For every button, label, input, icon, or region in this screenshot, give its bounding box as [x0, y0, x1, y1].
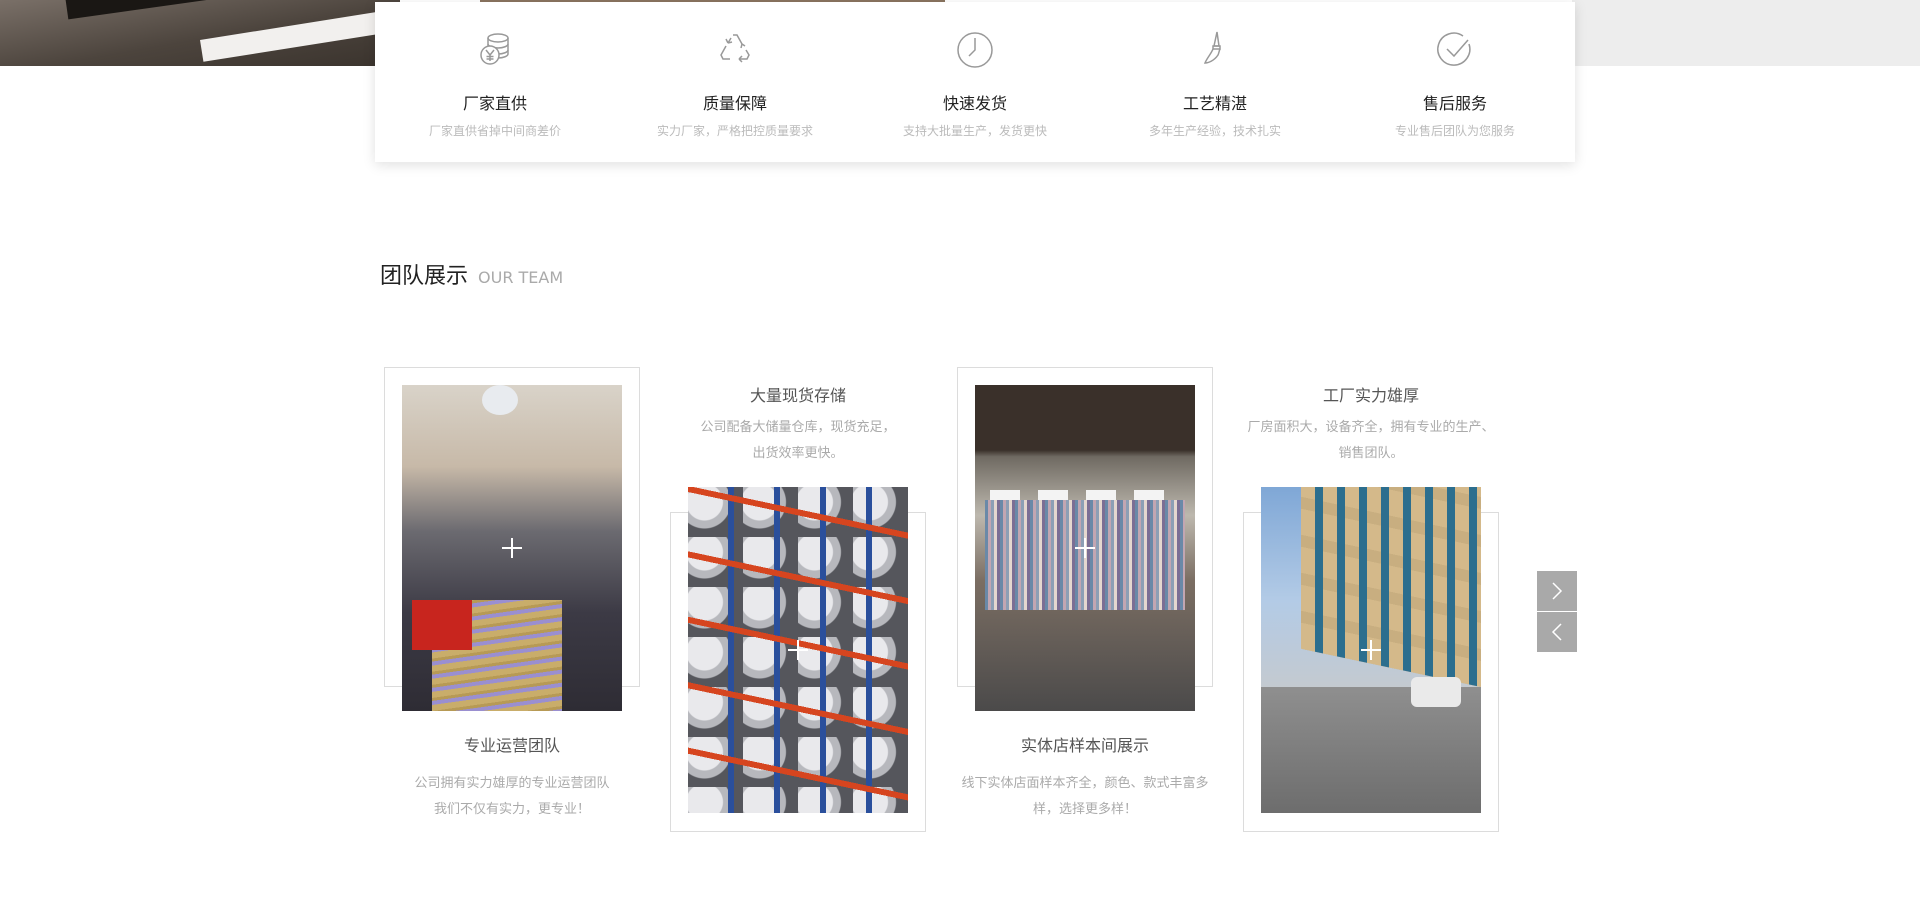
feature-fast-shipping[interactable]: 快速发货 支持大批量生产，发货更快 [855, 2, 1095, 162]
feature-desc: 专业售后团队为您服务 [1394, 124, 1515, 138]
card-title: 工厂实力雄厚 [1322, 386, 1419, 405]
section-heading: 团队展示 OUR TEAM [380, 258, 563, 290]
plus-icon[interactable] [1075, 538, 1095, 558]
card-desc-line: 我们不仅有实力，更专业！ [433, 802, 590, 817]
feature-desc: 支持大批量生产，发货更快 [902, 124, 1047, 138]
banner-background [1572, 0, 1920, 66]
feature-desc: 多年生产经验，技术扎实 [1148, 124, 1281, 138]
feature-craftsmanship[interactable]: 工艺精湛 多年生产经验，技术扎实 [1095, 2, 1335, 162]
card-photo-team[interactable] [402, 385, 622, 711]
feature-title: 工艺精湛 [1182, 94, 1247, 113]
card-desc: 厂房面积大，设备齐全，拥有专业的生产、 销售团队。 [1243, 415, 1499, 467]
card-desc: 线下实体店面样本齐全，颜色、款式丰富多 样，选择更多样！ [957, 771, 1213, 823]
feature-after-sales[interactable]: 售后服务 专业售后团队为您服务 [1335, 2, 1575, 162]
clock-icon [957, 32, 993, 68]
chevron-right-icon [1552, 582, 1563, 600]
card-title: 大量现货存储 [749, 386, 846, 405]
feature-quality[interactable]: 质量保障 实力厂家，严格把控质量要求 [615, 2, 855, 162]
chevron-left-icon [1551, 623, 1562, 641]
carousel-next-button[interactable] [1537, 571, 1577, 611]
card-title: 实体店样本间展示 [1020, 736, 1149, 755]
banner-image [0, 0, 400, 66]
plus-icon[interactable] [502, 538, 522, 558]
section-subtitle: OUR TEAM [478, 268, 564, 287]
card-title: 专业运营团队 [463, 736, 560, 755]
card-photo-factory[interactable] [1261, 487, 1481, 813]
feature-title: 售后服务 [1422, 94, 1487, 113]
feature-title: 厂家直供 [462, 94, 527, 113]
feature-title: 快速发货 [942, 94, 1007, 113]
card-photo-warehouse[interactable] [688, 487, 908, 813]
brush-icon [1203, 31, 1221, 64]
card-desc-line: 厂房面积大，设备齐全，拥有专业的生产、 [1247, 420, 1495, 435]
plus-icon[interactable] [788, 640, 808, 660]
carousel-prev-button[interactable] [1537, 612, 1577, 652]
card-desc-line: 样，选择更多样！ [1032, 802, 1137, 817]
coin-stack-icon [480, 33, 509, 65]
feature-title: 质量保障 [702, 94, 767, 113]
plus-icon[interactable] [1361, 640, 1381, 660]
card-desc: 公司拥有实力雄厚的专业运营团队 我们不仅有实力，更专业！ [384, 771, 640, 823]
recycle-icon [720, 34, 750, 63]
feature-desc: 厂家直供省掉中间商差价 [428, 124, 561, 138]
features-strip: 厂家直供 厂家直供省掉中间商差价 质量保障 实力厂家，严格把控质量要求 快速发货… [375, 2, 1575, 162]
check-circle-icon [1437, 32, 1471, 66]
card-desc-line: 公司配备大储量仓库，现货充足， [700, 420, 896, 435]
feature-factory-direct[interactable]: 厂家直供 厂家直供省掉中间商差价 [375, 2, 615, 162]
card-desc-line: 销售团队。 [1338, 446, 1404, 461]
card-desc-line: 出货效率更快。 [752, 446, 844, 461]
section-title: 团队展示 [380, 264, 469, 289]
card-photo-showroom[interactable] [975, 385, 1195, 711]
feature-desc: 实力厂家，严格把控质量要求 [656, 124, 813, 138]
card-desc-line: 线下实体店面样本齐全，颜色、款式丰富多 [961, 776, 1209, 791]
card-desc-line: 公司拥有实力雄厚的专业运营团队 [414, 776, 610, 791]
card-desc: 公司配备大储量仓库，现货充足， 出货效率更快。 [670, 415, 926, 467]
